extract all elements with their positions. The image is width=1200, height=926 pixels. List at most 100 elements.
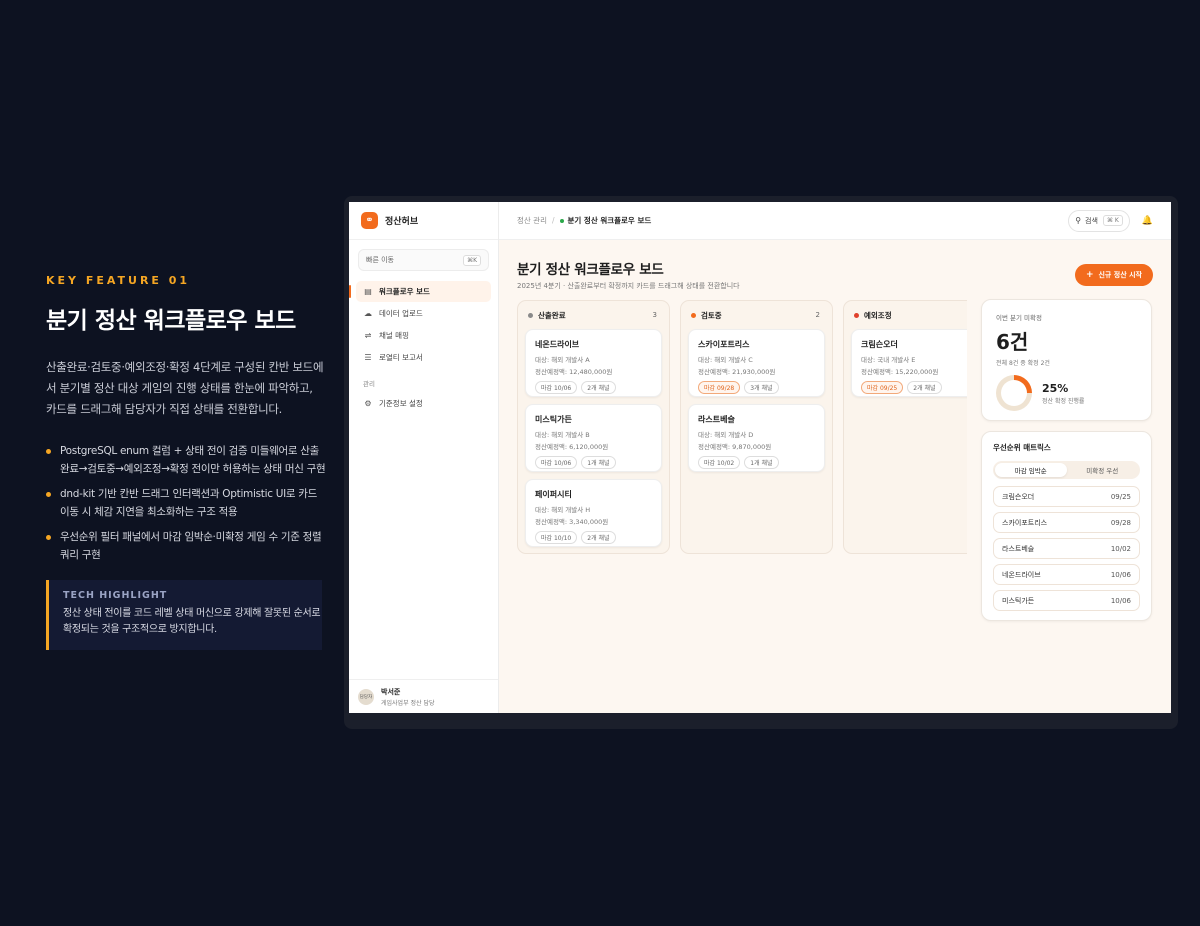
settlement-card[interactable]: 미스틱가든 대상: 해외 개발사 B 정산예정액: 6,120,000원 마감 … — [525, 404, 662, 472]
search-button[interactable]: ⚲ 검색 ⌘ K — [1068, 209, 1130, 232]
quick-jump-label: 빠른 이동 — [366, 256, 394, 264]
sidebar-nav: ▤ 워크플로우 보드 ☁ 데이터 업로드 ⇌ 채널 매핑 ☰ 로열티 보고서 관… — [349, 281, 498, 415]
board-icon: ▤ — [364, 287, 372, 296]
due-badge: 마감 10/06 — [535, 456, 578, 469]
settlement-card[interactable]: 크림슨오더 대상: 국내 개발사 E 정산예정액: 15,220,000원 마감… — [851, 329, 967, 397]
bullet-dot-icon — [46, 535, 51, 540]
sidebar-item-channel-mapping[interactable]: ⇌ 채널 매핑 — [356, 325, 491, 346]
list-item[interactable]: 스카이포트리스 09/28 — [993, 512, 1140, 533]
feature-bullet-text: PostgreSQL enum 컬럼 + 상태 전이 검증 미들웨어로 산출완료… — [60, 445, 326, 475]
settlement-card[interactable]: 라스트베슬 대상: 해외 개발사 D 정산예정액: 9,870,000원 마감 … — [688, 404, 825, 472]
sidebar-item-data-upload[interactable]: ☁ 데이터 업로드 — [356, 303, 491, 324]
sidebar-item-label: 로열티 보고서 — [379, 353, 423, 362]
settlement-card[interactable]: 페이퍼시티 대상: 해외 개발사 H 정산예정액: 3,340,000원 마감 … — [525, 479, 662, 547]
channel-badge: 3개 채널 — [744, 381, 779, 394]
column-header: 산출완료 3 — [518, 301, 669, 329]
column-count: 2 — [815, 311, 820, 319]
sidebar-item-label: 워크플로우 보드 — [379, 287, 430, 296]
card-amount: 정산예정액: 21,930,000원 — [698, 368, 776, 376]
column-header: 예외조정 — [844, 301, 967, 329]
topbar: 정산 관리 / 분기 정산 워크플로우 보드 ⚲ 검색 ⌘ K 🔔 — [499, 202, 1171, 240]
settlement-card[interactable]: 네온드라이브 대상: 해외 개발사 A 정산예정액: 12,480,000원 마… — [525, 329, 662, 397]
channel-badge: 1개 채널 — [744, 456, 779, 469]
game-name: 크림슨오더 — [1002, 492, 1035, 501]
unconfirmed-stat-card: 이번 분기 미확정 6건 전체 8건 중 확정 2건 25% 정산 확정 진행률 — [981, 299, 1152, 421]
due-date: 10/06 — [1110, 596, 1131, 605]
sidebar-item-label: 기준정보 설정 — [379, 399, 423, 408]
game-name: 네온드라이브 — [1002, 570, 1041, 579]
topbar-actions: ⚲ 검색 ⌘ K 🔔 — [1068, 209, 1153, 232]
column-title: 산출완료 — [538, 310, 566, 320]
progress-donut — [996, 375, 1032, 411]
sidebar-item-workflow-board[interactable]: ▤ 워크플로우 보드 — [349, 281, 491, 302]
sidebar-item-settings[interactable]: ⚙ 기준정보 설정 — [356, 393, 491, 414]
card-title: 미스틱가든 — [535, 415, 572, 424]
status-dot-icon — [854, 312, 859, 318]
due-date: 10/06 — [1110, 570, 1131, 579]
sort-toggle: 마감 임박순 미확정 우선 — [993, 461, 1140, 479]
progress-caption: 정산 확정 진행률 — [1042, 397, 1085, 405]
quick-jump-shortcut: ⌘K — [463, 254, 481, 266]
priority-list: 크림슨오더 09/25 스카이포트리스 09/28 라스트베슬 10/02 네온드라이… — [993, 486, 1140, 611]
feature-title: 분기 정산 워크플로우 보드 — [46, 308, 296, 334]
user-profile[interactable]: 담당자 박서준 게임사업부 정산 담당 — [349, 679, 498, 713]
list-item[interactable]: 라스트베슬 10/02 — [993, 538, 1140, 559]
bell-icon[interactable]: 🔔 — [1142, 216, 1153, 226]
kanban-column-review: 검토중 2 스카이포트리스 대상: 해외 개발사 C 정산예정액: 21,930… — [680, 300, 833, 554]
due-badge: 마감 10/02 — [698, 456, 741, 469]
page-subtitle: 2025년 4분기 · 산출완료부터 확정까지 카드를 드래그해 상태를 전환합… — [517, 282, 740, 290]
main-content: 정산 관리 / 분기 정산 워크플로우 보드 ⚲ 검색 ⌘ K 🔔 분기 정산 … — [499, 202, 1171, 713]
list-item[interactable]: 크림슨오더 09/25 — [993, 486, 1140, 507]
feature-bullet-text: 우선순위 필터 패널에서 마감 임박순·미확정 게임 수 기준 정렬 쿼리 구현 — [60, 531, 322, 561]
quick-jump-input[interactable]: 빠른 이동 ⌘K — [358, 249, 489, 271]
bullet-dot-icon — [46, 492, 51, 497]
status-dot-icon — [528, 312, 533, 318]
user-name: 박서준 — [381, 687, 401, 696]
card-title: 스카이포트리스 — [698, 340, 750, 349]
due-date: 10/02 — [1110, 544, 1131, 553]
avatar: 담당자 — [358, 688, 374, 705]
card-title: 크림슨오더 — [861, 340, 898, 349]
shuffle-icon: ⇌ — [364, 331, 372, 340]
tab-unconfirmed[interactable]: 미확정 우선 — [1067, 463, 1139, 477]
feature-description: 산출완료·검토중·예외조정·확정 4단계로 구성된 칸반 보드에서 분기별 정산… — [46, 360, 324, 416]
sidebar-section-label: 관리 — [363, 380, 375, 388]
card-amount: 정산예정액: 9,870,000원 — [698, 443, 772, 451]
column-count: 3 — [652, 311, 657, 319]
sidebar-item-royalty-report[interactable]: ☰ 로열티 보고서 — [356, 347, 491, 368]
due-badge: 마감 10/10 — [535, 531, 578, 544]
game-name: 스카이포트리스 — [1002, 518, 1048, 527]
kanban-board: 산출완료 3 네온드라이브 대상: 해외 개발사 A 정산예정액: 12,480… — [517, 300, 967, 554]
feature-bullet-text: dnd-kit 기반 칸반 드래그 인터랙션과 Optimistic UI로 카… — [60, 488, 318, 518]
sidebar: ⚭ 정산허브 빠른 이동 ⌘K ▤ 워크플로우 보드 ☁ 데이터 업로드 ⇌ 채… — [349, 202, 499, 713]
due-badge-urgent: 마감 09/28 — [698, 381, 741, 394]
card-amount: 정산예정액: 3,340,000원 — [535, 518, 609, 526]
settlement-card[interactable]: 스카이포트리스 대상: 해외 개발사 C 정산예정액: 21,930,000원 … — [688, 329, 825, 397]
channel-badge: 2개 채널 — [907, 381, 942, 394]
stat-value: 6건 — [996, 330, 1029, 354]
search-icon: ⚲ — [1075, 216, 1082, 225]
new-settlement-button[interactable]: + 신규 정산 시작 — [1074, 264, 1153, 286]
breadcrumb-parent[interactable]: 정산 관리 — [517, 215, 547, 226]
breadcrumb-current: 분기 정산 워크플로우 보드 — [560, 215, 652, 226]
feature-intro: KEY FEATURE 01 분기 정산 워크플로우 보드 산출완료·검토중·예… — [46, 274, 326, 650]
list-item[interactable]: 미스틱가든 10/06 — [993, 590, 1140, 611]
due-date: 09/28 — [1110, 518, 1131, 527]
card-amount: 정산예정액: 15,220,000원 — [861, 368, 939, 376]
channel-badge: 2개 채널 — [581, 531, 616, 544]
card-title: 페이퍼시티 — [535, 490, 572, 499]
brand[interactable]: ⚭ 정산허브 — [349, 202, 498, 240]
brand-name: 정산허브 — [385, 217, 419, 227]
due-badge: 마감 10/06 — [535, 381, 578, 394]
feature-bullets: PostgreSQL enum 컬럼 + 상태 전이 검증 미들웨어로 산출완료… — [46, 442, 326, 564]
tab-deadline[interactable]: 마감 임박순 — [995, 463, 1067, 477]
kanban-column-exception: 예외조정 크림슨오더 대상: 국내 개발사 E 정산예정액: 15,220,00… — [843, 300, 967, 554]
page-header: 분기 정산 워크플로우 보드 2025년 4분기 · 산출완료부터 확정까지 카… — [517, 258, 740, 291]
breadcrumb-separator: / — [551, 216, 555, 225]
sidebar-item-label: 채널 매핑 — [379, 331, 409, 340]
due-date: 09/25 — [1110, 492, 1131, 501]
app-window-frame: ⚭ 정산허브 빠른 이동 ⌘K ▤ 워크플로우 보드 ☁ 데이터 업로드 ⇌ 채… — [344, 196, 1178, 729]
list-item[interactable]: 네온드라이브 10/06 — [993, 564, 1140, 585]
card-target: 대상: 해외 개발사 B — [535, 431, 590, 439]
settings-icon: ⚙ — [364, 399, 372, 408]
